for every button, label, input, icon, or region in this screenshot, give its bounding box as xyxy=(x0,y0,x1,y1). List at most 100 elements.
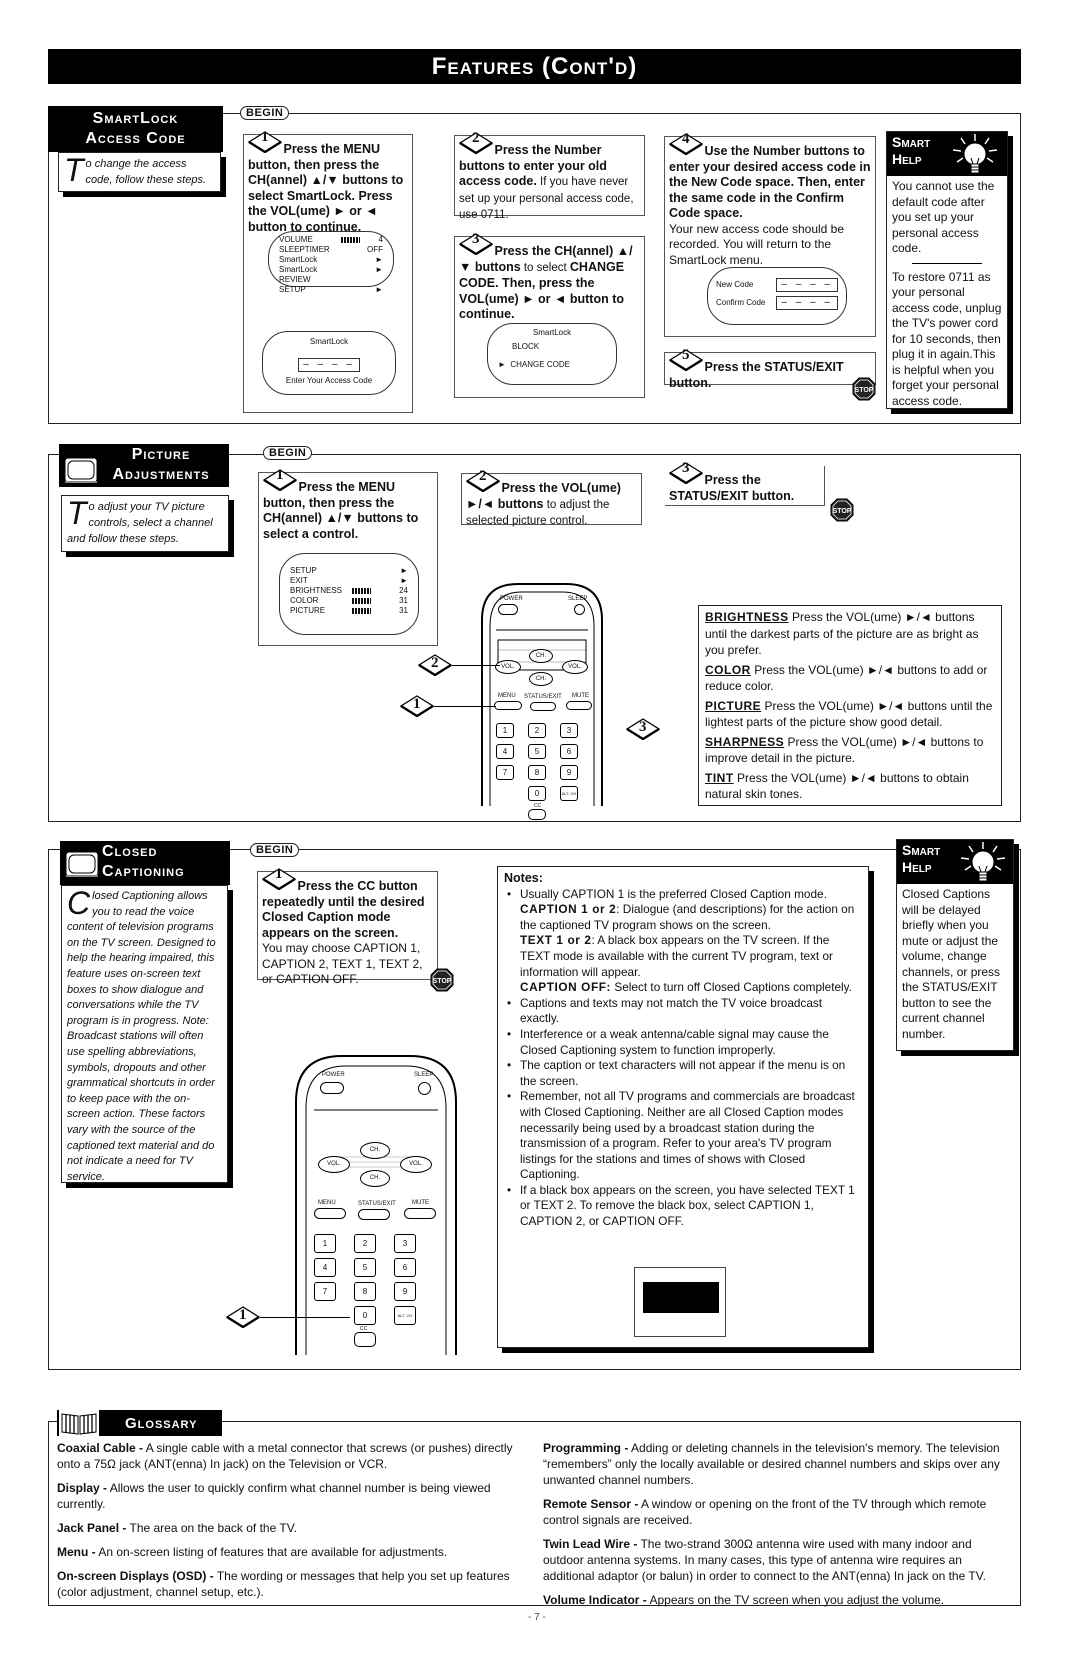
osd-item-block: BLOCK xyxy=(512,342,540,351)
number-key-7[interactable]: 7 xyxy=(496,765,514,780)
number-key-1[interactable]: 1 xyxy=(314,1234,336,1253)
menu-button[interactable] xyxy=(314,1208,346,1219)
level-bar xyxy=(352,607,384,614)
glossary-entry: Programming - Adding or deleting channel… xyxy=(543,1441,1000,1487)
mute-button[interactable] xyxy=(404,1208,436,1219)
picture-controls-list: BRIGHTNESS Press the VOL(ume) ►/◄ button… xyxy=(698,605,1002,806)
number-key-4[interactable]: 4 xyxy=(314,1258,336,1277)
begin-label: BEGIN xyxy=(263,446,313,460)
osd-item-change-code: ► CHANGE CODE xyxy=(498,360,570,369)
volume-down-button[interactable]: VOL. xyxy=(318,1156,350,1173)
status-exit-button[interactable] xyxy=(530,702,556,711)
access-code-field: – – – – xyxy=(298,358,360,372)
note-item: Remember, not all TV programs and commer… xyxy=(504,1089,862,1183)
glossary-entry: Display - Allows the user to quickly con… xyxy=(57,1481,491,1511)
sleep-button[interactable] xyxy=(418,1082,431,1095)
number-key-6[interactable]: 6 xyxy=(560,744,578,759)
osd-menu-item: SmartLock ► xyxy=(279,255,383,264)
sleep-button[interactable] xyxy=(574,604,585,615)
number-key-6[interactable]: 6 xyxy=(394,1258,416,1277)
glossary-right-column: Programming - Adding or deleting channel… xyxy=(543,1440,1013,1616)
picture-control-color: COLOR Press the VOL(ume) ►/◄ buttons to … xyxy=(705,662,988,694)
level-bar xyxy=(341,236,373,243)
lightbulb-icon xyxy=(945,132,1005,182)
number-key-9[interactable]: 9 xyxy=(560,765,578,780)
osd-menu-item: VOLUME 4 xyxy=(279,235,383,244)
channel-down-button[interactable]: CH. xyxy=(360,1170,390,1187)
smartlock-step-1: 1 Press the MENU button, then press the … xyxy=(243,129,413,413)
number-key-7[interactable]: 7 xyxy=(314,1282,336,1301)
glossary-entry: Jack Panel - The area on the back of the… xyxy=(57,1521,297,1535)
mute-button[interactable] xyxy=(566,701,592,710)
picture-title: Picture Adjustments xyxy=(59,444,229,487)
new-code-field: – – – – xyxy=(776,278,838,292)
volume-down-button[interactable]: VOL. xyxy=(495,660,521,674)
book-icon xyxy=(59,1410,99,1436)
remote-control-illustration: POWER SLEEP CH. CH. VOL. VOL. MENU STATU… xyxy=(478,580,606,820)
step-number-badge: 4 xyxy=(669,131,699,157)
remote-control-illustration: POWER SLEEP CH. CH. VOL. VOL. MENU STATU… xyxy=(292,1052,460,1355)
picture-control-tint: TINT Press the VOL(ume) ►/◄ buttons to o… xyxy=(705,770,969,802)
level-bar xyxy=(352,597,384,604)
number-key-5[interactable]: 5 xyxy=(354,1258,376,1277)
cc-button[interactable] xyxy=(354,1332,376,1347)
channel-down-button[interactable]: CH. xyxy=(529,672,553,686)
cc-button[interactable] xyxy=(528,809,546,820)
number-key-4[interactable]: 4 xyxy=(496,744,514,759)
channel-up-button[interactable]: CH. xyxy=(360,1142,390,1159)
osd-main-menu: VOLUME 4 SLEEPTIMER OFF SmartLock ► SmartLock … xyxy=(268,231,394,294)
number-key-0[interactable]: 0 xyxy=(354,1306,376,1325)
channel-up-button[interactable]: CH. xyxy=(529,649,553,663)
callout-line xyxy=(452,665,500,666)
tv-icon xyxy=(64,457,98,483)
note-item: The caption or text characters will not … xyxy=(504,1058,862,1089)
cc-smart-help: Smart Help Closed Captions will be delay… xyxy=(896,839,1014,1051)
cc-step-1: 1 Press the CC button repeatedly until t… xyxy=(257,866,438,986)
status-exit-button[interactable] xyxy=(358,1209,390,1220)
number-key-9[interactable]: 9 xyxy=(394,1282,416,1301)
glossary-entry: Menu - An on-screen listing of features … xyxy=(57,1545,448,1559)
power-button[interactable] xyxy=(498,604,518,615)
number-keypad: 1 2 3 4 5 6 7 8 9 0 ALT. CH CC xyxy=(488,723,598,820)
number-key-2[interactable]: 2 xyxy=(354,1234,376,1253)
cc-intro: Closed Captioning allows you to read the… xyxy=(61,885,228,1183)
osd-new-code: New Code – – – – Confirm Code – – – – xyxy=(707,267,847,325)
volume-up-button[interactable]: VOL. xyxy=(562,660,588,674)
divider xyxy=(912,262,982,264)
lightbulb-icon xyxy=(953,840,1013,890)
alt-ch-button[interactable]: ALT. CH xyxy=(560,786,578,801)
alt-ch-button[interactable]: ALT. CH xyxy=(394,1306,416,1325)
smartlock-intro: To change the access code, follow these … xyxy=(58,152,221,192)
number-key-1[interactable]: 1 xyxy=(496,723,514,738)
glossary-entry: Twin Lead Wire - The two-strand 300Ω ant… xyxy=(543,1537,986,1583)
osd-menu-item: SETUP ► xyxy=(290,566,408,575)
cc-title: Closed Captioning xyxy=(60,841,230,885)
stop-sign-icon xyxy=(852,377,876,401)
step-number-badge: 2 xyxy=(459,130,489,156)
note-item: Interference or a weak antenna/cable sig… xyxy=(504,1027,862,1058)
number-key-8[interactable]: 8 xyxy=(354,1282,376,1301)
begin-label: BEGIN xyxy=(240,106,290,120)
step-number-badge: 3 xyxy=(669,460,699,486)
menu-button[interactable] xyxy=(494,701,522,710)
number-key-0[interactable]: 0 xyxy=(528,786,546,801)
smartlock-smart-help: Smart Help You cannot use the default co… xyxy=(886,131,1008,409)
smartlock-step-4: 4 Use the Number buttons to enter your d… xyxy=(664,131,876,337)
number-key-5[interactable]: 5 xyxy=(528,744,546,759)
osd-access-code-entry: SmartLock – – – – Enter Your Access Code xyxy=(262,331,396,395)
caption-mode-description: CAPTION 1 or 2: Dialogue (and descriptio… xyxy=(520,902,855,932)
note-item: Captions and texts may not match the TV … xyxy=(504,996,862,1027)
number-key-2[interactable]: 2 xyxy=(528,723,546,738)
glossary-entry: On-screen Displays (OSD) - The wording o… xyxy=(57,1569,510,1599)
smartlock-step-2: 2 Press the Number buttons to enter your… xyxy=(454,130,645,221)
power-button[interactable] xyxy=(320,1082,344,1094)
number-keypad: 1 2 3 4 5 6 7 8 9 0 ALT. CH CC xyxy=(306,1234,446,1347)
number-key-3[interactable]: 3 xyxy=(394,1234,416,1253)
tv-icon xyxy=(65,851,99,877)
osd-menu-item: SETUP ► xyxy=(279,285,383,294)
begin-label: BEGIN xyxy=(250,843,300,857)
number-key-8[interactable]: 8 xyxy=(528,765,546,780)
number-key-3[interactable]: 3 xyxy=(560,723,578,738)
osd-menu-item: SmartLock REVIEW ► xyxy=(279,265,383,284)
volume-up-button[interactable]: VOL. xyxy=(400,1156,432,1173)
